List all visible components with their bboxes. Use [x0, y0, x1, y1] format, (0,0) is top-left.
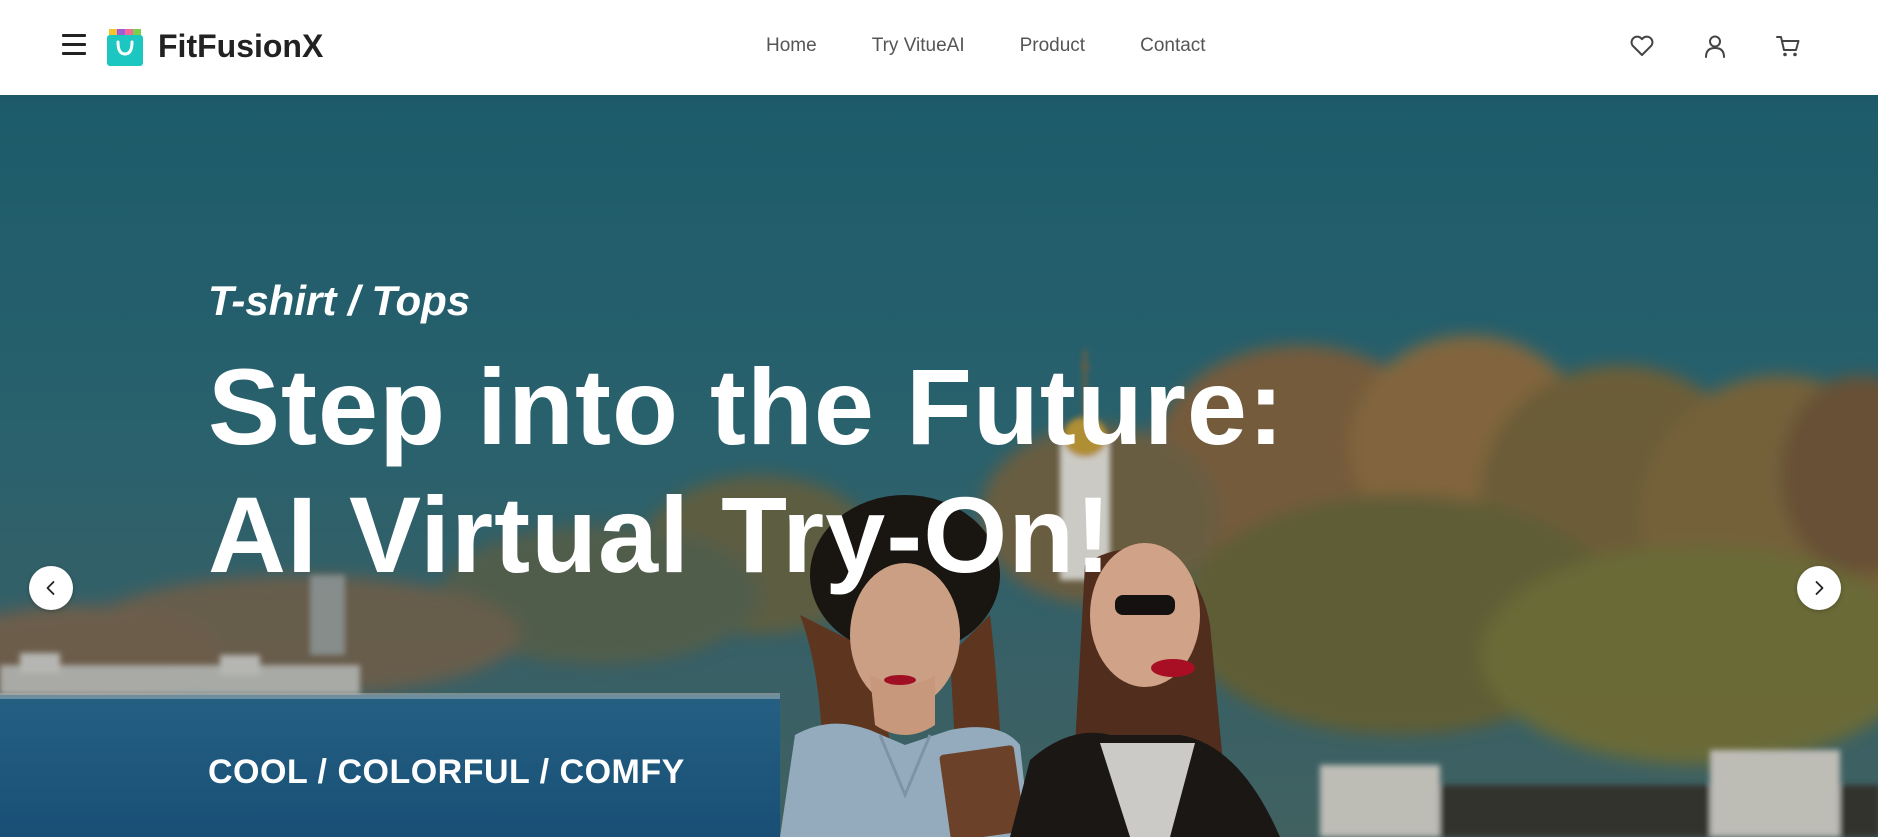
prev-slide-button[interactable] — [29, 566, 73, 610]
site-header: FitFusionX Home Try VitueAI Product Cont… — [0, 0, 1878, 95]
chevron-left-icon — [46, 581, 55, 595]
hero-banner: T-shirt / Tops Step into the Future: AI … — [0, 95, 1878, 837]
chevron-right-icon — [1815, 581, 1824, 595]
nav-contact[interactable]: Contact — [1140, 34, 1205, 58]
page: FitFusionX Home Try VitueAI Product Cont… — [0, 0, 1878, 837]
cart-icon[interactable] — [1774, 32, 1802, 60]
main-nav: Home Try VitueAI Product Contact — [766, 34, 1261, 58]
hero-category[interactable]: T-shirt / Tops — [208, 277, 470, 325]
shopping-bag-logo-icon[interactable] — [107, 26, 143, 66]
nav-product[interactable]: Product — [1020, 34, 1085, 58]
next-slide-button[interactable] — [1797, 566, 1841, 610]
hero-headline: Step into the Future: AI Virtual Try-On! — [208, 346, 1285, 595]
nav-home[interactable]: Home — [766, 34, 817, 58]
menu-icon[interactable] — [62, 34, 86, 56]
brand-name[interactable]: FitFusionX — [158, 26, 323, 66]
nav-try-vitueai[interactable]: Try VitueAI — [872, 34, 965, 58]
user-icon[interactable] — [1701, 32, 1729, 60]
hero-tagline: COOL / COLORFUL / COMFY — [208, 753, 685, 791]
heart-icon[interactable] — [1628, 32, 1656, 60]
